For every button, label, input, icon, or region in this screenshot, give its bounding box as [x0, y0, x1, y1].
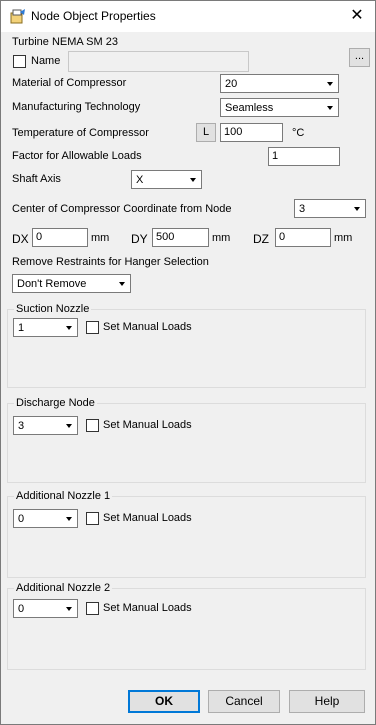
- section-title: Turbine NEMA SM 23: [12, 36, 118, 48]
- additional-nozzle-2-manual-loads-checkbox[interactable]: [86, 602, 99, 615]
- suction-manual-loads-label: Set Manual Loads: [103, 321, 192, 333]
- discharge-node-select[interactable]: 3: [13, 416, 78, 435]
- dy-input[interactable]: 500: [152, 228, 209, 247]
- dx-unit: mm: [91, 232, 110, 244]
- cancel-button[interactable]: Cancel: [208, 690, 280, 713]
- manufacturing-value: Seamless: [225, 102, 274, 114]
- name-checkbox[interactable]: [13, 55, 26, 68]
- shaft-axis-value: X: [136, 174, 144, 186]
- additional-nozzle-1-manual-loads-checkbox[interactable]: [86, 512, 99, 525]
- suction-nozzle-title: Suction Nozzle: [14, 303, 92, 315]
- chevron-down-icon: [66, 326, 72, 330]
- additional-nozzle-1-value: 0: [18, 513, 25, 525]
- chevron-down-icon: [66, 517, 72, 521]
- additional-nozzle-2-manual-loads-label: Set Manual Loads: [103, 602, 192, 614]
- suction-node-select[interactable]: 1: [13, 318, 78, 337]
- node-properties-icon: [10, 9, 26, 24]
- material-select[interactable]: 20: [220, 74, 339, 93]
- manufacturing-select[interactable]: Seamless: [220, 98, 339, 117]
- chevron-down-icon: [66, 607, 72, 611]
- remove-restraints-value: Don't Remove: [17, 278, 87, 290]
- shaft-axis-label: Shaft Axis: [12, 173, 61, 185]
- suction-node-value: 1: [18, 322, 25, 334]
- temperature-unit-button[interactable]: L: [196, 123, 216, 142]
- chevron-down-icon: [327, 106, 333, 110]
- temperature-input[interactable]: 100: [220, 123, 283, 142]
- chevron-down-icon: [119, 282, 125, 286]
- center-label: Center of Compressor Coordinate from Nod…: [12, 203, 232, 215]
- center-node-value: 3: [299, 203, 306, 215]
- discharge-manual-loads-checkbox[interactable]: [86, 419, 99, 432]
- discharge-node-title: Discharge Node: [14, 397, 97, 409]
- dy-label: DY: [131, 232, 148, 246]
- title-bar: Node Object Properties ✕: [1, 1, 375, 32]
- additional-nozzle-1-title: Additional Nozzle 1: [14, 490, 113, 502]
- dialog-window: Node Object Properties ✕ Turbine NEMA SM…: [0, 0, 376, 725]
- suction-manual-loads-checkbox[interactable]: [86, 321, 99, 334]
- close-icon: ✕: [350, 7, 364, 24]
- name-label: Name: [31, 55, 61, 67]
- chevron-down-icon: [190, 178, 196, 182]
- chevron-down-icon: [66, 424, 72, 428]
- discharge-manual-loads-label: Set Manual Loads: [103, 419, 192, 431]
- help-button[interactable]: Help: [289, 690, 365, 713]
- additional-nozzle-2-select[interactable]: 0: [13, 599, 78, 618]
- shaft-axis-select[interactable]: X: [131, 170, 202, 189]
- chevron-down-icon: [327, 82, 333, 86]
- close-button[interactable]: ✕: [345, 6, 369, 26]
- temperature-label: Temperature of Compressor: [12, 127, 149, 139]
- dz-unit: mm: [334, 232, 353, 244]
- center-node-select[interactable]: 3: [294, 199, 366, 218]
- chevron-down-icon: [354, 207, 360, 211]
- temperature-unit: °C: [292, 127, 305, 139]
- name-field[interactable]: [68, 51, 249, 72]
- dz-input[interactable]: 0: [275, 228, 331, 247]
- manufacturing-label: Manufacturing Technology: [12, 101, 141, 113]
- dx-label: DX: [12, 232, 29, 246]
- material-label: Material of Compressor: [12, 77, 127, 89]
- material-value: 20: [225, 78, 238, 90]
- browse-button[interactable]: ...: [349, 48, 370, 67]
- additional-nozzle-1-manual-loads-label: Set Manual Loads: [103, 512, 192, 524]
- ok-button[interactable]: OK: [128, 690, 200, 713]
- additional-nozzle-1-select[interactable]: 0: [13, 509, 78, 528]
- factor-input[interactable]: 1: [268, 147, 340, 166]
- additional-nozzle-2-title: Additional Nozzle 2: [14, 582, 113, 594]
- remove-restraints-select[interactable]: Don't Remove: [12, 274, 131, 293]
- dx-input[interactable]: 0: [32, 228, 88, 247]
- window-title: Node Object Properties: [31, 9, 156, 23]
- discharge-node-group: [7, 403, 366, 483]
- remove-restraints-label: Remove Restraints for Hanger Selection: [12, 256, 209, 268]
- dy-unit: mm: [212, 232, 231, 244]
- additional-nozzle-2-value: 0: [18, 603, 25, 615]
- factor-label: Factor for Allowable Loads: [12, 150, 142, 162]
- dz-label: DZ: [253, 232, 269, 246]
- discharge-node-value: 3: [18, 420, 25, 432]
